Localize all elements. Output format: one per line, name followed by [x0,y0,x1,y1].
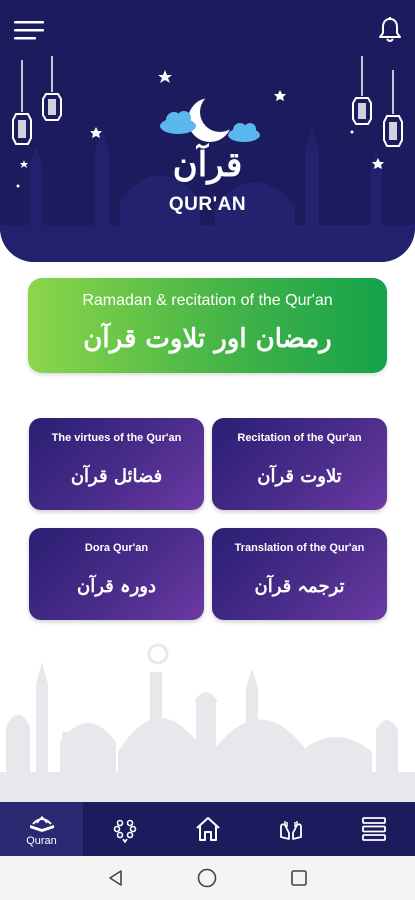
card-title-english: Translation of the Qur'an [234,542,365,554]
nav-item-home[interactable] [166,802,249,856]
app-screen: قرآن QUR'AN Ramadan & recitation of the … [0,0,415,900]
app-title-english: QUR'AN [168,194,247,215]
home-circle-icon [198,868,217,888]
card-title-urdu: تلاوت قرآن [257,466,342,487]
banner-title-urdu: رمضان اور تلاوت قرآن [83,324,332,354]
system-back-button[interactable] [101,863,131,893]
nav-item-dua[interactable] [249,802,332,856]
system-recents-button[interactable] [284,863,314,893]
recents-square-icon [291,870,307,886]
virtues-card[interactable]: The virtues of the Qur'an فضائل قرآن [29,418,204,510]
card-title-urdu: ترجمہ قرآن [254,576,345,597]
dora-card[interactable]: Dora Qur'an دورہ قرآن [29,528,204,620]
nav-item-more[interactable] [332,802,415,856]
header-decoration [0,56,415,262]
praying-hands-icon [279,821,302,840]
card-title-urdu: دورہ قرآن [77,576,156,597]
nav-item-tasbih[interactable] [83,802,166,856]
home-icon [195,817,220,841]
back-icon [109,870,122,886]
nav-label-quran: Quran [26,834,57,847]
app-title-arabic: قرآن [172,145,243,185]
nav-item-quran[interactable]: Quran [0,802,83,856]
recitation-card[interactable]: Recitation of the Qur'an تلاوت قرآن [212,418,387,510]
bell-icon [379,17,401,42]
card-title-urdu: فضائل قرآن [70,466,163,487]
translation-card[interactable]: Translation of the Qur'an ترجمہ قرآن [212,528,387,620]
ramadan-recitation-banner[interactable]: Ramadan & recitation of the Qur'an رمضان… [28,278,387,373]
banner-title-english: Ramadan & recitation of the Qur'an [82,292,333,309]
menu-button[interactable] [12,18,46,42]
system-home-button[interactable] [192,863,222,893]
bottom-navigation: Quran [0,802,415,856]
notifications-button[interactable] [377,16,403,44]
quran-book-icon [29,815,54,832]
list-menu-icon [361,817,386,841]
header-banner: قرآن QUR'AN [0,0,415,262]
system-navigation-bar [0,856,415,900]
card-title-english: Recitation of the Qur'an [237,432,362,444]
card-title-english: Dora Qur'an [84,542,149,554]
hamburger-menu-icon [14,21,44,40]
card-title-english: The virtues of the Qur'an [51,432,182,444]
mosque-silhouette [0,643,415,802]
prayer-beads-icon [113,819,136,843]
